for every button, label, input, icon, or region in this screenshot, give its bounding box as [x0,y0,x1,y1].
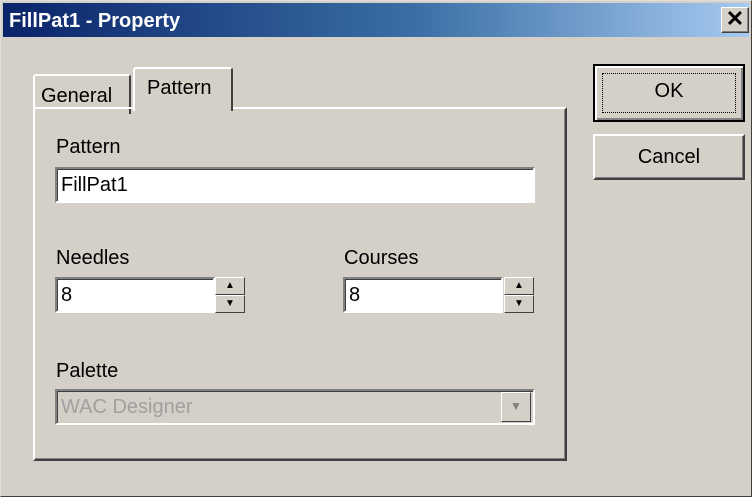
courses-label: Courses [344,247,419,269]
property-dialog: FillPat1 - Property ✕ General Pattern Pa… [0,0,752,497]
spin-down-icon[interactable]: ▼ [504,295,534,313]
pattern-label: Pattern [56,136,121,158]
palette-select[interactable]: WAC Designer [55,389,535,425]
close-icon[interactable]: ✕ [721,7,749,33]
needles-input[interactable]: 8 [55,277,215,313]
courses-spinner[interactable]: ▲ ▼ [504,277,534,313]
courses-value: 8 [349,284,361,306]
tab-pattern[interactable]: Pattern [133,67,233,111]
window-title: FillPat1 - Property [9,10,181,32]
spin-up-icon[interactable]: ▲ [215,277,245,295]
palette-value: WAC Designer [61,396,193,418]
spin-up-icon[interactable]: ▲ [504,277,534,295]
needles-value: 8 [61,284,73,306]
ok-label: OK [654,80,684,102]
cancel-label: Cancel [637,146,701,168]
ok-button[interactable]: OK [593,64,745,122]
pattern-value: FillPat1 [61,174,128,196]
needles-spinner[interactable]: ▲ ▼ [215,277,245,313]
tab-general-label: General [41,85,113,107]
chevron-down-icon[interactable]: ▼ [501,392,531,422]
tab-pattern-label: Pattern [147,77,212,99]
title-bar[interactable]: FillPat1 - Property ✕ [3,3,749,37]
tab-join [135,106,231,110]
cancel-button[interactable]: Cancel [593,134,745,180]
courses-input[interactable]: 8 [343,277,503,313]
spin-down-icon[interactable]: ▼ [215,295,245,313]
needles-label: Needles [56,247,130,269]
pattern-input[interactable]: FillPat1 [55,167,535,203]
palette-label: Palette [56,360,119,382]
